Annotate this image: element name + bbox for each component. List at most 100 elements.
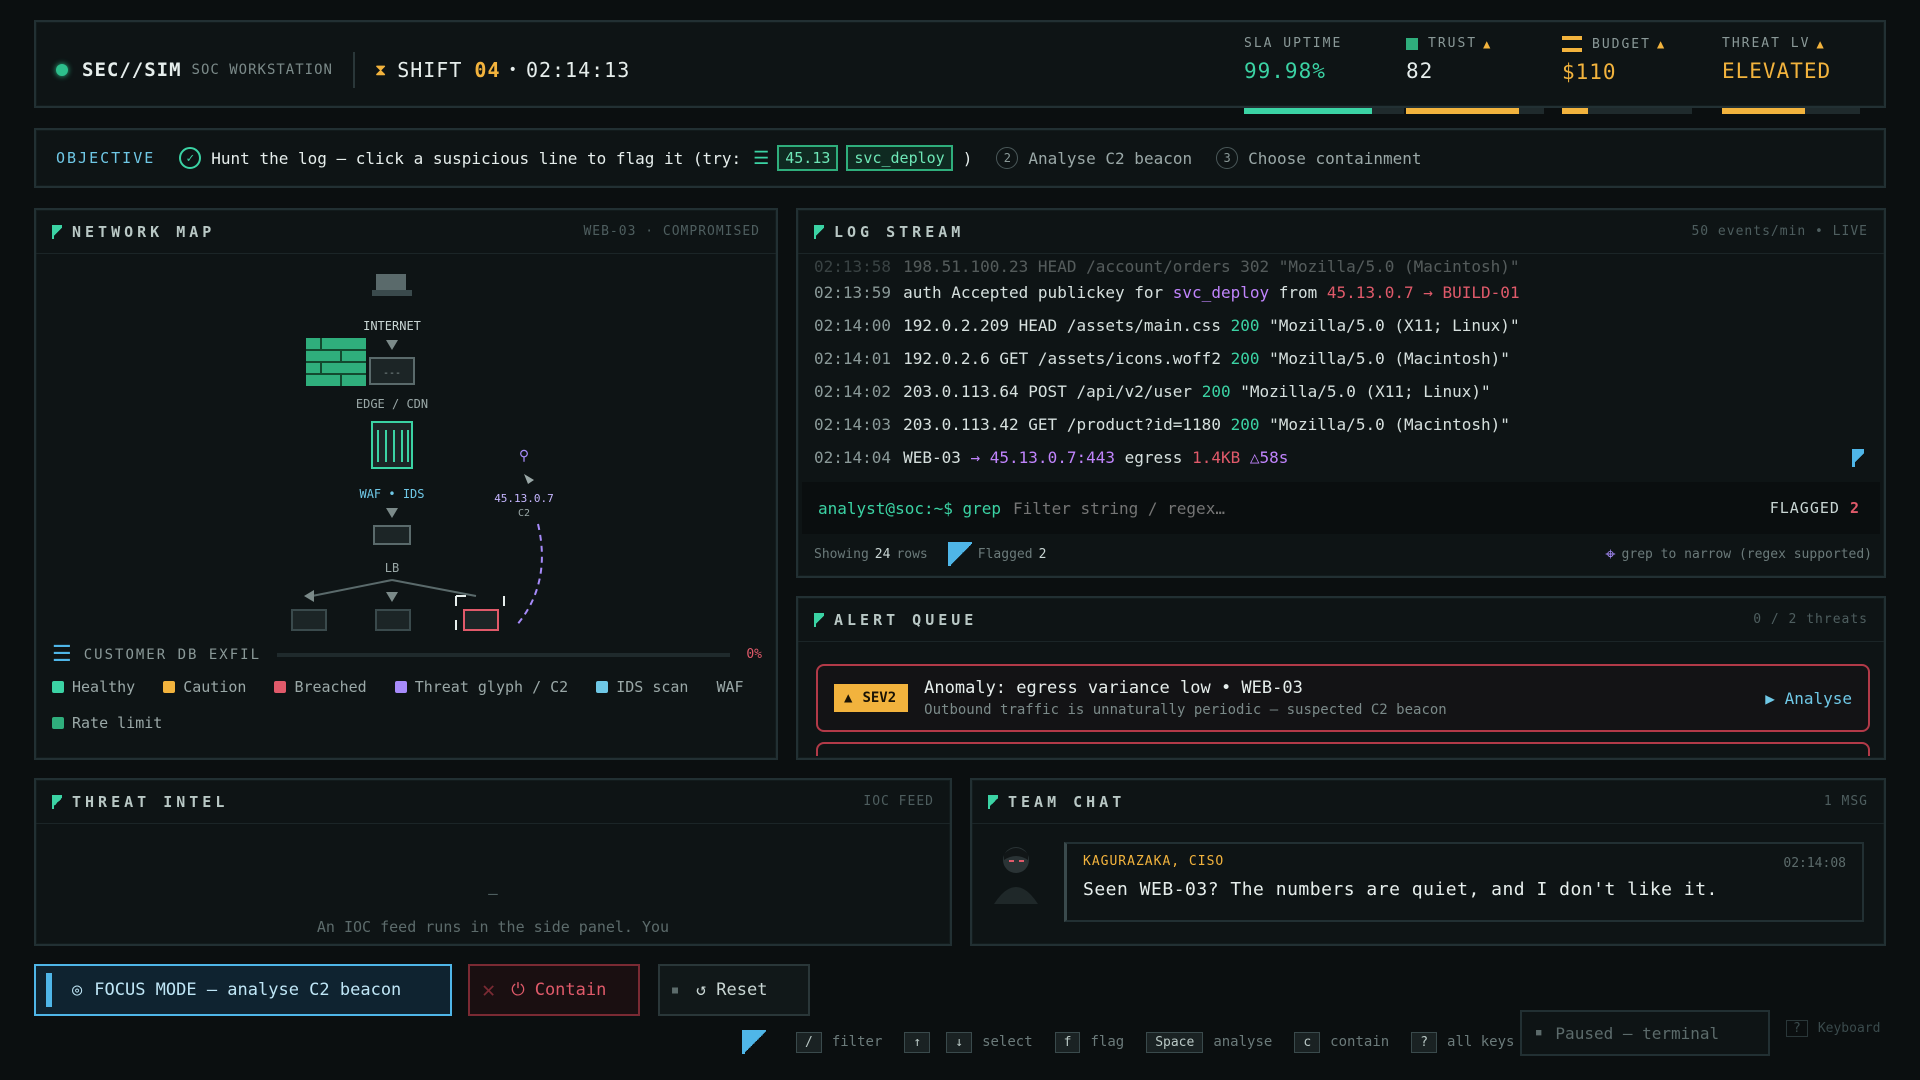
web-03-server-icon[interactable] xyxy=(463,609,499,631)
panel-flag-icon xyxy=(52,794,62,809)
log-segment: → 45.13.0.7:443 xyxy=(970,448,1116,467)
hotkey-key: ↓ xyxy=(946,1031,973,1053)
next-alert-card[interactable] xyxy=(816,742,1870,756)
log-time: 02:14:02 xyxy=(814,382,892,401)
cursor-icon xyxy=(524,474,534,484)
flag-icon xyxy=(742,1030,766,1054)
network-diagram: INTERNET --- EDGE / CDN WAF • IDS LB ⚲ 4… xyxy=(291,274,554,631)
shift-separator: • xyxy=(508,62,518,78)
log-segment: 203.0.113.64 POST /api/v2/user xyxy=(903,382,1202,401)
log-segment: auth Accepted publickey for xyxy=(903,283,1173,302)
internet-label: INTERNET xyxy=(363,319,421,333)
paused-status[interactable]: ■ Paused — terminal xyxy=(1520,1010,1770,1056)
legend-threat-glyph: Threat glyph / C2 xyxy=(394,678,568,696)
grep-input[interactable] xyxy=(1013,498,1770,518)
warning-icon: ▲ xyxy=(1656,37,1667,51)
analyse-button[interactable]: ▶ Analyse xyxy=(1765,689,1852,708)
hint-chip-ip[interactable]: 45.13 xyxy=(777,145,839,171)
panel-meta: WEB-03 · COMPROMISED xyxy=(583,224,760,239)
threat-glyph-icon: ⚲ xyxy=(519,448,529,464)
legend-ids-scan: IDS scan xyxy=(596,678,688,696)
showing-count: 24 xyxy=(874,546,891,562)
panel-flag-icon xyxy=(52,224,62,239)
log-segment: "Mozilla/5.0 (Macintosh)" xyxy=(1259,415,1510,434)
exfil-progress-bar xyxy=(277,652,731,657)
hint-chip-user[interactable]: svc_deploy xyxy=(846,145,953,171)
severity-badge: ▲ SEV2 xyxy=(834,684,909,712)
c2-label: C2 xyxy=(518,508,530,519)
showing-label: Showing xyxy=(814,546,869,562)
internet-node[interactable]: INTERNET xyxy=(363,274,421,333)
panel-flag-icon xyxy=(814,224,824,239)
log-segment: egress xyxy=(1115,448,1193,467)
web-02-server-icon[interactable] xyxy=(375,609,411,631)
log-line[interactable]: 02:14:01 192.0.2.6 GET /assets/icons.woff… xyxy=(814,342,1864,375)
alert-card[interactable]: ▲ SEV2 Anomaly: egress variance low • WE… xyxy=(816,664,1870,732)
log-segment: 203.0.113.42 GET /product?id=1180 xyxy=(903,415,1231,434)
hotkey-bar: / filter ↑ ↓ select f flag Space analyse c contain… xyxy=(742,1030,1514,1054)
stat-threat-level: THREAT LV ▲ ELEVATED xyxy=(1722,36,1831,83)
log-line[interactable]: 02:14:03 203.0.113.42 GET /product?id=118… xyxy=(814,408,1864,441)
waf-ids-node[interactable]: WAF • IDS xyxy=(359,421,425,501)
flagged-foot-count: 2 xyxy=(1038,546,1047,562)
showing-unit: rows xyxy=(896,546,928,562)
panel-title: THREAT INTEL xyxy=(72,792,229,811)
legend-healthy: Healthy xyxy=(52,678,135,696)
exfil-label: CUSTOMER DB EXFIL xyxy=(83,646,262,663)
log-segment: 200 xyxy=(1201,382,1231,401)
square-icon: ■ xyxy=(672,984,679,996)
warning-icon: ▲ xyxy=(1483,36,1493,51)
hotkey-key: Space xyxy=(1146,1031,1204,1053)
intel-placeholder-dash: — xyxy=(488,884,498,903)
live-indicator-icon xyxy=(56,64,68,76)
rate-limit-icon xyxy=(52,717,64,729)
team-chat-panel: TEAM CHAT 1 MSG KAGURAZAKA, CISO 02:14:0… xyxy=(970,778,1886,946)
focus-label: FOCUS MODE — analyse C2 beacon xyxy=(94,980,402,1000)
list-icon: ☰ xyxy=(753,147,770,169)
legend-label: Breached xyxy=(294,678,367,696)
trust-bar xyxy=(1406,108,1544,114)
budget-bar-fill xyxy=(1562,108,1588,114)
log-line[interactable]: 02:13:58 198.51.100.23 HEAD /account/ord… xyxy=(814,256,1864,276)
legend-label: Rate limit xyxy=(72,714,163,732)
log-line[interactable]: 02:13:59 auth Accepted publickey for svc_… xyxy=(814,276,1864,309)
lb-label: LB xyxy=(385,561,399,575)
log-segment: from xyxy=(1269,283,1327,302)
stat-label: TRUST xyxy=(1428,36,1478,51)
log-segment: △58s xyxy=(1240,448,1289,467)
log-segment: 200 xyxy=(1230,316,1260,335)
log-segment: 192.0.2.209 HEAD /assets/main.css xyxy=(903,316,1231,335)
focus-indicator xyxy=(46,973,52,1007)
alert-title: Anomaly: egress variance low • WEB-03 xyxy=(924,678,1303,698)
shell-prompt: analyst@soc:~$ grep xyxy=(818,498,1002,518)
panel-title: TEAM CHAT xyxy=(1008,792,1126,811)
stat-label: BUDGET xyxy=(1592,36,1651,52)
flag-icon[interactable] xyxy=(1852,448,1864,467)
load-balancer-node[interactable]: LB xyxy=(373,525,411,575)
c2-node[interactable]: ⚲ 45.13.0.7 C2 xyxy=(494,448,554,519)
hotkey-key: ↑ xyxy=(904,1031,931,1053)
firewall-node[interactable] xyxy=(306,338,366,386)
log-time: 02:14:01 xyxy=(814,349,892,368)
legend-caution: Caution xyxy=(163,678,246,696)
log-line[interactable]: 02:14:04 WEB-03 → 45.13.0.7:443 egress 1.… xyxy=(814,441,1864,474)
play-icon: ▶ xyxy=(1765,688,1775,708)
log-footer: Showing 24 rows Flagged 2 ⌖ grep to narr… xyxy=(814,542,1872,566)
contain-button[interactable]: ✕ ⏻ Contain xyxy=(468,964,640,1016)
focus-mode-button[interactable]: ◎ FOCUS MODE — analyse C2 beacon xyxy=(34,964,452,1016)
flagged-foot-label: Flagged xyxy=(977,546,1033,562)
stat-label: SLA UPTIME xyxy=(1244,36,1343,51)
log-segment: "Mozilla/5.0 (Macintosh)" xyxy=(1259,349,1510,368)
reset-button[interactable]: ■ ↺ Reset xyxy=(658,964,810,1016)
brand-title: SEC//SIM xyxy=(82,59,182,81)
keyboard-hint[interactable]: ? Keyboard xyxy=(1786,1020,1880,1037)
web-01-server-icon[interactable] xyxy=(291,609,327,631)
crosshair-icon: ⌖ xyxy=(1605,543,1616,565)
help-key: ? xyxy=(1786,1020,1808,1037)
edge-cdn-node[interactable]: --- EDGE / CDN xyxy=(356,357,428,411)
log-line[interactable]: 02:14:00 192.0.2.209 HEAD /assets/main.cs… xyxy=(814,309,1864,342)
legend-label: Caution xyxy=(183,678,247,696)
grep-hint: grep to narrow (regex supported) xyxy=(1621,546,1872,562)
log-line[interactable]: 02:14:02 203.0.113.64 POST /api/v2/user 2… xyxy=(814,375,1864,408)
stat-budget: BUDGET ▲ $110 xyxy=(1562,36,1666,84)
